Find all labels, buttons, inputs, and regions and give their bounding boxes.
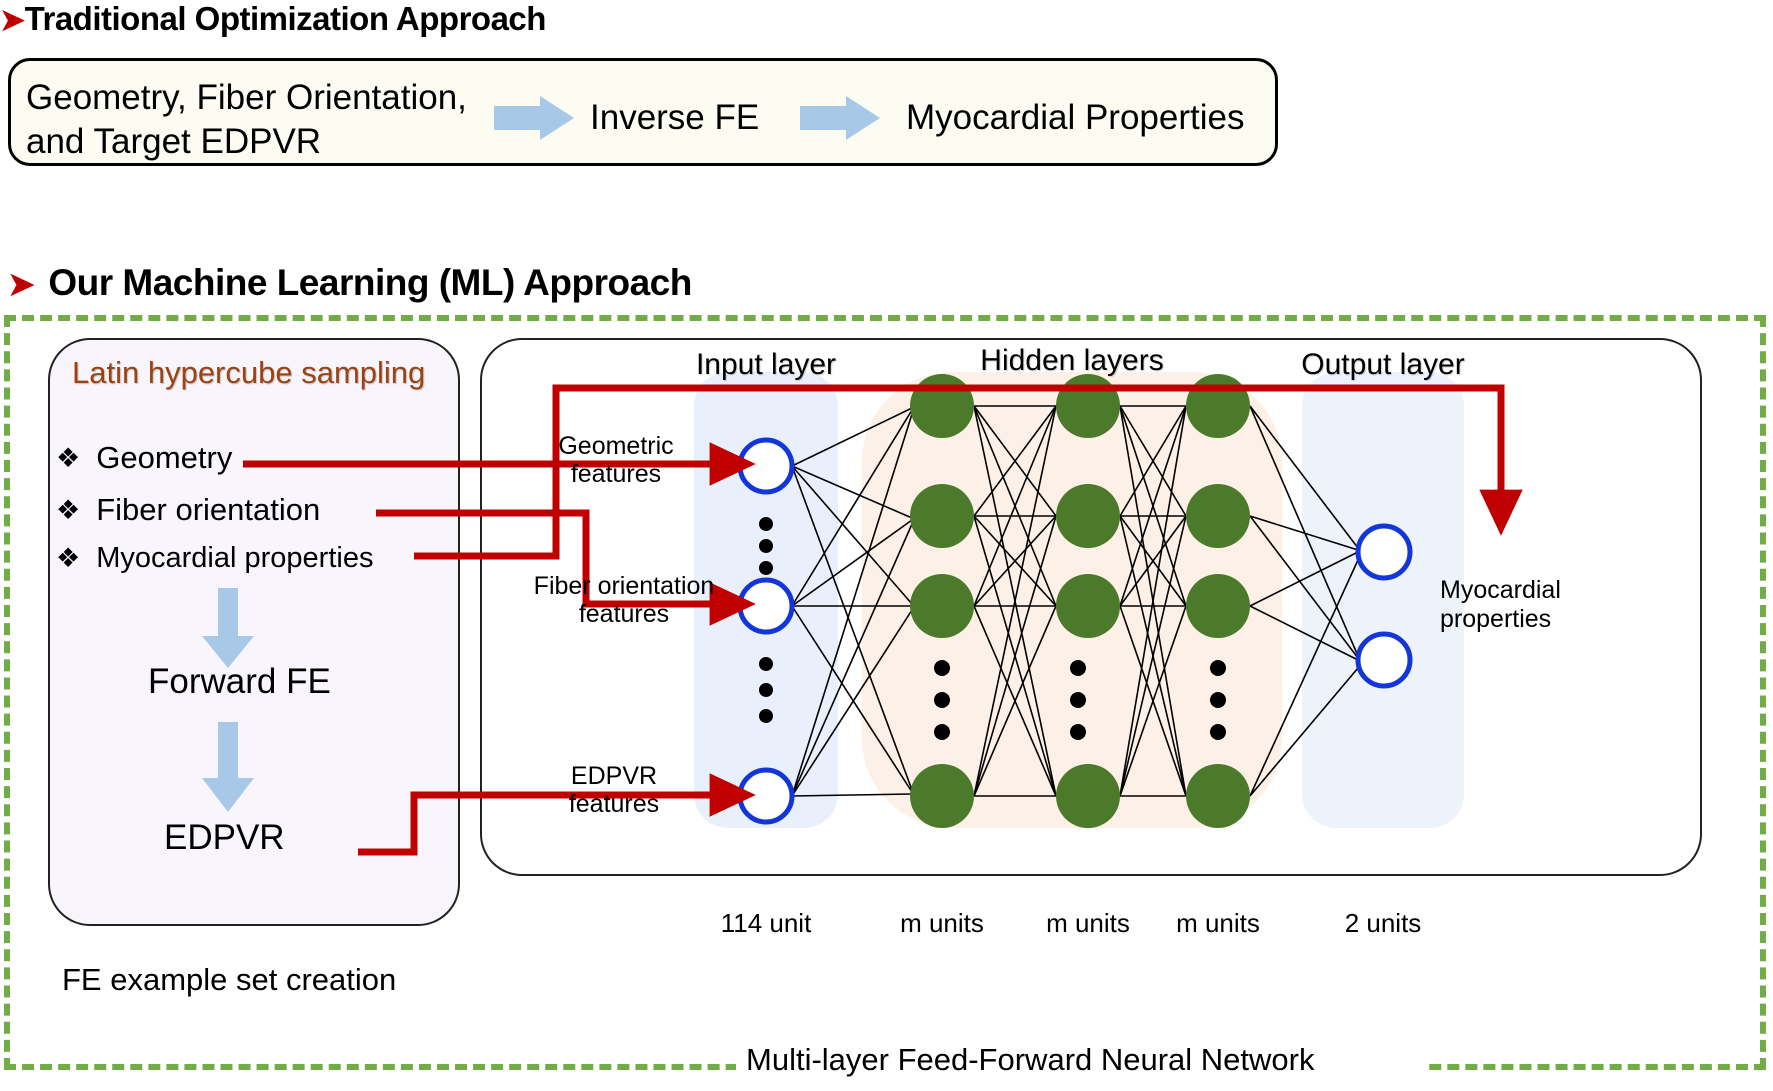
output-units-label: 2 units — [1344, 908, 1422, 938]
hidden-layer-3-nodes — [1186, 374, 1250, 828]
hidden-node — [1186, 574, 1250, 638]
hidden2-units-label: m units — [1046, 908, 1130, 938]
geometric-features-line2: features — [570, 460, 662, 488]
hidden-node — [1056, 374, 1120, 438]
hidden3-units-label: m units — [1176, 908, 1260, 938]
fiber-orientation-features-label: Fiber orientation features — [518, 572, 730, 628]
geometric-features-label: Geometric features — [526, 432, 706, 488]
fiber-orientation-features-line1: Fiber orientation — [533, 572, 715, 600]
ellipsis-dot — [1210, 660, 1226, 676]
edges-input-to-hidden1 — [791, 407, 913, 797]
ellipsis-dot — [1070, 692, 1086, 708]
hidden-node — [910, 764, 974, 828]
output-node — [1355, 631, 1413, 689]
hidden-node — [910, 484, 974, 548]
edpvr-features-line2: features — [568, 790, 660, 818]
ellipsis-dot — [759, 657, 773, 671]
hidden-node — [1186, 764, 1250, 828]
ellipsis-dot — [759, 539, 773, 553]
hidden1-units-label: m units — [900, 908, 984, 938]
input-node — [737, 577, 795, 635]
hidden-node — [910, 574, 974, 638]
ellipsis-dot — [1070, 660, 1086, 676]
hidden-node — [1056, 574, 1120, 638]
geometric-features-line1: Geometric — [558, 432, 674, 460]
network-caption: Multi-layer Feed-Forward Neural Network — [746, 1042, 1315, 1077]
ellipsis-dot — [934, 660, 950, 676]
ellipsis-dot — [934, 724, 950, 740]
edges-hidden1-to-hidden2 — [973, 405, 1057, 797]
hidden-node — [1186, 374, 1250, 438]
hidden-node — [1056, 484, 1120, 548]
edges-hidden2-to-hidden3 — [1119, 405, 1187, 797]
hidden-layer-1-nodes — [910, 374, 974, 828]
hidden-node — [1186, 484, 1250, 548]
output-layer-nodes — [1355, 523, 1413, 689]
output-node — [1355, 523, 1413, 581]
ellipsis-dot — [759, 517, 773, 531]
edpvr-features-label: EDPVR features — [528, 762, 700, 818]
hidden-node — [910, 374, 974, 438]
ellipsis-dot — [1210, 724, 1226, 740]
ellipsis-dot — [1070, 724, 1086, 740]
ellipsis-dot — [759, 561, 773, 575]
fiber-orientation-features-line2: features — [578, 600, 670, 628]
output-label-line2: properties — [1440, 604, 1552, 633]
ellipsis-dot — [934, 692, 950, 708]
ellipsis-dot — [1210, 692, 1226, 708]
edpvr-features-line1: EDPVR — [570, 762, 658, 790]
ellipsis-dot — [759, 709, 773, 723]
ellipsis-dot — [759, 683, 773, 697]
input-node — [737, 437, 795, 495]
hidden-layer-2-nodes — [1056, 374, 1120, 828]
edges-hidden3-to-output — [1249, 405, 1359, 797]
output-myocardial-properties-label: Myocardial properties — [1440, 576, 1561, 634]
output-label-line1: Myocardial — [1440, 576, 1561, 604]
input-layer-nodes — [737, 437, 795, 825]
input-units-label: 114 unit — [720, 908, 812, 938]
hidden-node — [1056, 764, 1120, 828]
input-node — [737, 767, 795, 825]
